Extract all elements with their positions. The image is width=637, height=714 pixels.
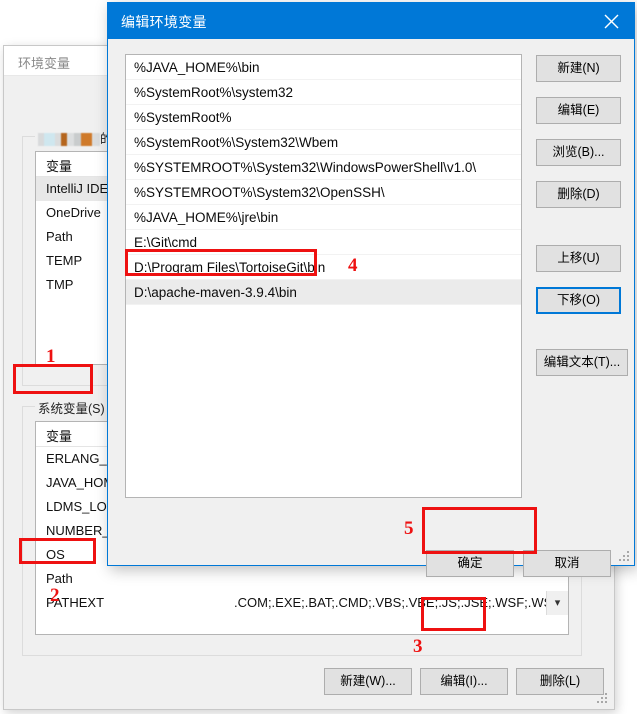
- user-var-name: Path: [46, 229, 73, 244]
- annotation-number-5: 5: [404, 518, 414, 539]
- dialog-titlebar: 编辑环境变量: [108, 3, 634, 39]
- system-col-name: 变量: [46, 429, 73, 444]
- system-variables-legend: 系统变量(S): [35, 398, 108, 417]
- list-item[interactable]: %SystemRoot%\System32\Wbem: [126, 130, 521, 155]
- list-item[interactable]: D:\Program Files\TortoiseGit\bin: [126, 255, 521, 280]
- table-row[interactable]: PATHEXT .COM;.EXE;.BAT;.CMD;.VBS;.VBE;.J…: [36, 591, 568, 615]
- list-item[interactable]: %SystemRoot%\system32: [126, 80, 521, 105]
- dialog-edit-button[interactable]: 编辑(E): [536, 97, 621, 124]
- dialog-ok-button[interactable]: 确定: [426, 550, 514, 577]
- resize-grip-icon[interactable]: [597, 693, 609, 705]
- list-item[interactable]: %SYSTEMROOT%\System32\WindowsPowerShell\…: [126, 155, 521, 180]
- user-var-name: OneDrive: [46, 205, 101, 220]
- dialog-browse-button[interactable]: 浏览(B)...: [536, 139, 621, 166]
- chevron-down-icon[interactable]: ▾: [546, 591, 568, 615]
- annotation-number-1: 1: [46, 346, 56, 367]
- list-item[interactable]: %SystemRoot%: [126, 105, 521, 130]
- dialog-resize-grip-icon[interactable]: [619, 551, 631, 563]
- path-entries-list[interactable]: %JAVA_HOME%\bin %SystemRoot%\system32 %S…: [125, 54, 522, 498]
- user-col-name: 变量: [46, 159, 73, 174]
- list-item[interactable]: %JAVA_HOME%\jre\bin: [126, 205, 521, 230]
- system-delete-button[interactable]: 删除(L): [516, 668, 604, 695]
- list-item[interactable]: %SYSTEMROOT%\System32\OpenSSH\: [126, 180, 521, 205]
- screenshot-root: 环境变量 的用户变量 变量 值 IntelliJ IDEA: [0, 0, 637, 714]
- dialog-cancel-button[interactable]: 取消: [523, 550, 611, 577]
- list-item[interactable]: E:\Git\cmd: [126, 230, 521, 255]
- annotation-number-3: 3: [413, 636, 423, 657]
- dialog-move-up-button[interactable]: 上移(U): [536, 245, 621, 272]
- edit-environment-variable-dialog: 编辑环境变量 %JAVA_HOME%\bin %SystemRoot%\syst…: [107, 2, 635, 577]
- system-var-value: .COM;.EXE;.BAT;.CMD;.VBS;.VBE;.JS;.JSE;.…: [234, 595, 569, 610]
- bg-window-title: 环境变量: [18, 56, 71, 71]
- dialog-new-button[interactable]: 新建(N): [536, 55, 621, 82]
- annotation-number-2: 2: [50, 585, 60, 606]
- annotation-number-4: 4: [348, 255, 358, 276]
- dialog-edit-text-button[interactable]: 编辑文本(T)...: [536, 349, 628, 376]
- system-var-name: OS: [46, 547, 65, 562]
- dialog-delete-button[interactable]: 删除(D): [536, 181, 621, 208]
- dialog-title: 编辑环境变量: [121, 14, 207, 30]
- user-var-name: TEMP: [46, 253, 83, 268]
- system-edit-button[interactable]: 编辑(I)...: [420, 668, 508, 695]
- dialog-move-down-button[interactable]: 下移(O): [536, 287, 621, 314]
- close-icon[interactable]: [588, 3, 634, 39]
- list-item[interactable]: %JAVA_HOME%\bin: [126, 55, 521, 80]
- user-var-name: TMP: [46, 277, 74, 292]
- dialog-body: %JAVA_HOME%\bin %SystemRoot%\system32 %S…: [108, 39, 634, 577]
- list-item-selected[interactable]: D:\apache-maven-3.9.4\bin: [126, 280, 521, 305]
- redacted-username-icon: [38, 133, 100, 147]
- system-new-button[interactable]: 新建(W)...: [324, 668, 412, 695]
